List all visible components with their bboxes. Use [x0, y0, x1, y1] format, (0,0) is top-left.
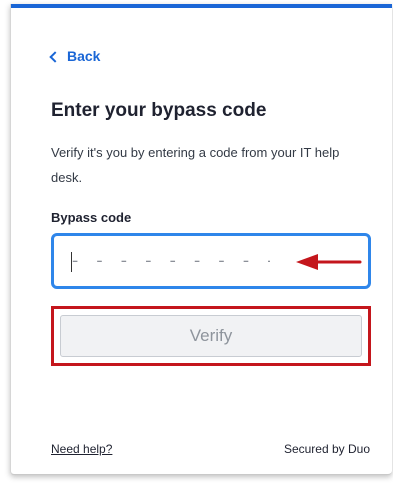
secured-by-text: Secured by Duo [283, 442, 370, 456]
verify-highlight-box: Verify [51, 306, 371, 366]
need-help-link[interactable]: Need help? [51, 442, 112, 456]
page-title: Enter your bypass code [51, 100, 267, 121]
chevron-left-icon [49, 50, 61, 63]
bypass-code-input[interactable] [68, 246, 272, 278]
arrow-left-icon [296, 254, 362, 270]
top-accent-bar [11, 4, 392, 8]
verify-button[interactable]: Verify [60, 315, 362, 357]
auth-card: Back Enter your bypass code Verify it's … [10, 4, 392, 475]
back-link[interactable]: Back [49, 48, 101, 64]
page-description: Verify it's you by entering a code from … [51, 145, 340, 185]
bypass-code-label: Bypass code [51, 210, 132, 225]
page-frame: Back Enter your bypass code Verify it's … [0, 0, 393, 483]
back-link-label: Back [67, 48, 101, 64]
bypass-code-field[interactable] [51, 233, 371, 289]
